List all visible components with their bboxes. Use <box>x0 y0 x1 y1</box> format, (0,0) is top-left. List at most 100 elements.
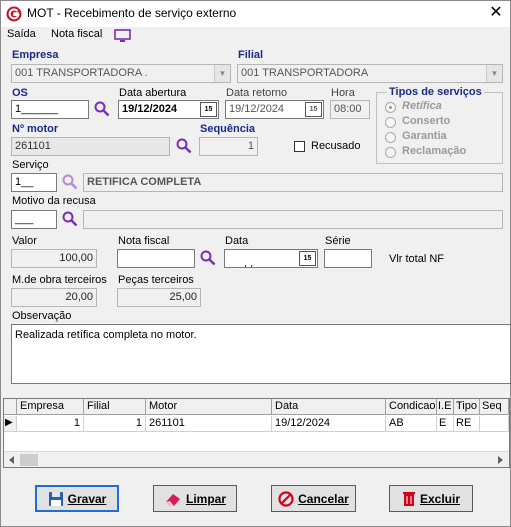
excluir-button[interactable]: Excluir <box>389 485 473 512</box>
servico-description: RETIFICA COMPLETA <box>83 173 503 192</box>
pecas-label: Peças terceiros <box>118 274 194 286</box>
radio-retifica[interactable] <box>385 102 396 113</box>
servico-code-input[interactable]: 1__ <box>11 173 57 192</box>
search-icon[interactable] <box>62 211 78 227</box>
sequencia-input[interactable]: 1 <box>199 137 258 156</box>
grid-header-seq[interactable]: Seq <box>480 399 509 415</box>
gravar-label: Gravar <box>67 491 107 506</box>
serie-label: Série <box>325 235 351 247</box>
grid-cell-condicao[interactable]: AB <box>386 416 437 432</box>
cancel-icon <box>278 490 294 507</box>
grid-corner <box>4 399 17 415</box>
horizontal-scrollbar[interactable] <box>4 451 509 467</box>
data-label: Data <box>225 235 249 247</box>
os-label: OS <box>12 87 28 99</box>
grid-cell-motor[interactable]: 261101 <box>146 416 272 432</box>
valor-label: Valor <box>12 235 37 247</box>
records-grid: Empresa Filial Motor Data Condicao I.E T… <box>3 398 510 468</box>
empresa-label: Empresa <box>12 49 59 61</box>
radio-reclamacao[interactable] <box>385 147 396 158</box>
radio-reclamacao-label: Reclamação <box>402 145 467 157</box>
calendar-icon[interactable]: 15 <box>299 251 316 266</box>
grid-header-ie[interactable]: I.E <box>437 399 454 415</box>
data-abertura-input[interactable]: 19/12/2024 15 <box>118 100 219 119</box>
filial-label: Filial <box>238 49 264 61</box>
grid-cell-filial[interactable]: 1 <box>84 416 146 432</box>
servico-label: Serviço <box>12 159 49 171</box>
trash-icon <box>402 491 415 506</box>
valor-input[interactable]: 100,00 <box>11 249 97 268</box>
radio-conserto-label: Conserto <box>402 115 451 127</box>
search-icon[interactable] <box>176 138 192 154</box>
radio-conserto[interactable] <box>385 117 396 128</box>
grid-header-empresa[interactable]: Empresa <box>17 399 84 415</box>
data-value: / / <box>240 264 252 267</box>
filial-select[interactable]: 001 TRANSPORTADORA ▼ <box>237 64 503 83</box>
grid-cell-tipo[interactable]: RE <box>454 416 480 432</box>
limpar-button[interactable]: Limpar <box>153 485 237 512</box>
row-indicator: ▶ <box>4 416 17 432</box>
grid-cell-ie[interactable]: E <box>437 416 454 432</box>
motivo-recusa-label: Motivo da recusa <box>12 195 96 207</box>
data-retorno-input[interactable]: 19/12/2024 15 <box>225 100 324 119</box>
mao-obra-label: M.de obra terceiros <box>12 274 107 286</box>
search-icon[interactable] <box>62 174 78 190</box>
grid-cell-data[interactable]: 19/12/2024 <box>272 416 386 432</box>
motivo-recusa-code-input[interactable]: ___ <box>11 210 57 229</box>
cancelar-button[interactable]: Cancelar <box>271 485 356 512</box>
cancelar-label: Cancelar <box>298 491 349 506</box>
grid-cell-seq[interactable] <box>480 416 509 432</box>
scroll-right-icon[interactable] <box>496 456 504 464</box>
data-input[interactable]: / / 15 <box>224 249 318 268</box>
recusado-checkbox[interactable] <box>294 141 305 152</box>
sequencia-label: Sequência <box>200 123 256 135</box>
chevron-down-icon[interactable]: ▼ <box>486 65 502 82</box>
main-window: MOT - Recebimento de serviço externo ✕ S… <box>0 0 511 527</box>
radio-garantia[interactable] <box>385 132 396 143</box>
nota-fiscal-input[interactable] <box>117 249 195 268</box>
filial-value: 001 TRANSPORTADORA <box>241 67 369 79</box>
nota-fiscal-label: Nota fiscal <box>118 235 170 247</box>
chevron-down-icon[interactable]: ▼ <box>214 65 230 82</box>
serie-input[interactable] <box>324 249 372 268</box>
empresa-select[interactable]: 001 TRANSPORTADORA . ▼ <box>11 64 231 83</box>
excluir-label: Excluir <box>419 491 461 506</box>
menu-nota-fiscal[interactable]: Nota fiscal <box>51 28 102 40</box>
observacao-label: Observação <box>12 310 72 322</box>
grid-header-tipo[interactable]: Tipo <box>454 399 480 415</box>
observacao-textarea[interactable]: Realizada retífica completa no motor. <box>11 324 511 384</box>
grid-header-motor[interactable]: Motor <box>146 399 272 415</box>
menu-saida[interactable]: Saída <box>7 28 36 40</box>
floppy-disk-icon <box>48 491 63 506</box>
os-input[interactable]: 1______ <box>11 100 89 119</box>
pecas-input[interactable]: 25,00 <box>117 288 201 307</box>
data-abertura-value: 19/12/2024 <box>122 103 178 115</box>
search-icon[interactable] <box>94 101 110 117</box>
grid-header-condicao[interactable]: Condicao <box>386 399 437 415</box>
scroll-left-icon[interactable] <box>8 456 16 464</box>
limpar-label: Limpar <box>185 491 226 506</box>
close-icon[interactable]: ✕ <box>487 3 505 23</box>
g-logo-icon <box>6 6 22 22</box>
data-abertura-label: Data abertura <box>119 87 187 99</box>
grid-header-data[interactable]: Data <box>272 399 386 415</box>
n-motor-input[interactable]: 261101 <box>11 137 170 156</box>
calendar-icon[interactable]: 15 <box>305 102 322 117</box>
grid-cell-empresa[interactable]: 1 <box>17 416 84 432</box>
search-icon[interactable] <box>200 250 216 266</box>
vlr-total-nf-label: Vlr total NF <box>389 253 445 265</box>
hora-input[interactable]: 08:00 <box>330 100 370 119</box>
calendar-icon[interactable]: 15 <box>200 102 217 117</box>
monitor-icon[interactable] <box>114 29 131 43</box>
gravar-button[interactable]: Gravar <box>35 485 119 512</box>
grid-header-filial[interactable]: Filial <box>84 399 146 415</box>
eraser-icon <box>165 493 180 506</box>
data-retorno-label: Data retorno <box>226 87 288 99</box>
mao-obra-input[interactable]: 20,00 <box>11 288 97 307</box>
n-motor-label: Nº motor <box>12 123 59 135</box>
recusado-label: Recusado <box>311 140 361 152</box>
hora-label: Hora <box>331 87 355 99</box>
motivo-recusa-description <box>83 210 503 229</box>
data-retorno-value: 19/12/2024 <box>229 103 285 115</box>
scrollbar-thumb[interactable] <box>20 454 38 466</box>
